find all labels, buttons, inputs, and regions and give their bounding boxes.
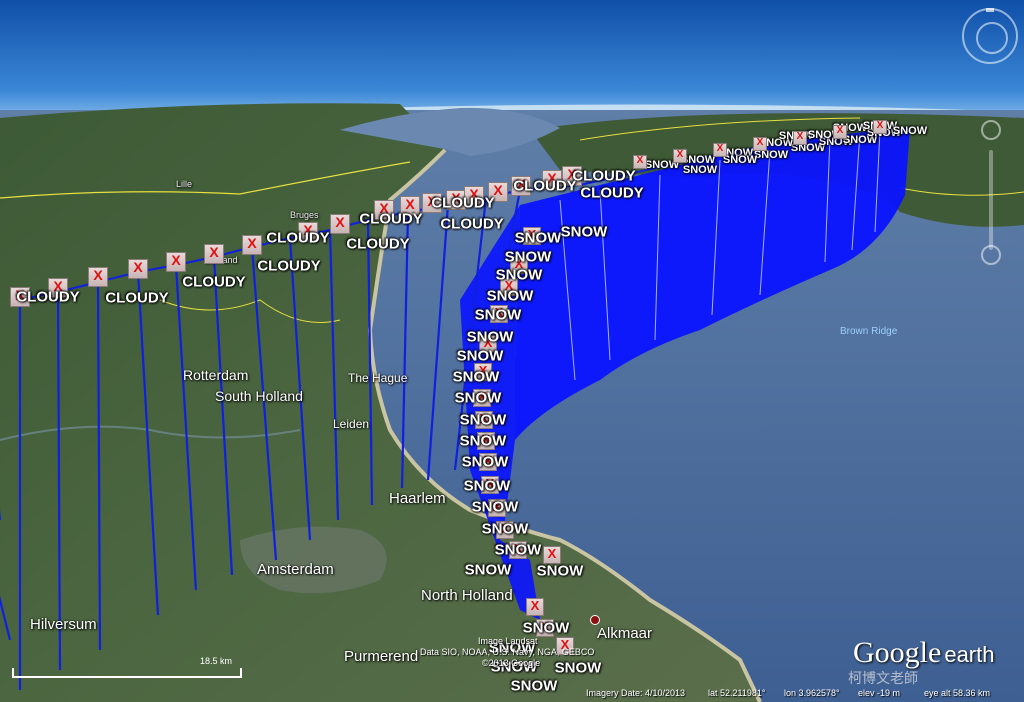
place-label-rotterdam[interactable]: Rotterdam	[183, 367, 248, 383]
google-earth-logo: Google earth	[853, 636, 995, 669]
cloudy-label-5: CLOUDY	[266, 229, 330, 247]
attribution-line-2: Data SIO, NOAA, U.S. Navy, NGA, GEBCO	[420, 647, 595, 657]
cloudy-label-11: CLOUDY	[580, 184, 644, 202]
place-label-lille[interactable]: Lille	[176, 179, 192, 189]
cloudy-label-2: CLOUDY	[105, 289, 169, 307]
cloudy-label-4: CLOUDY	[257, 257, 321, 275]
snow-label-1: SNOW	[514, 229, 562, 247]
snow-label-22: SNOW	[554, 659, 602, 677]
attribution-line-3: ©2013 Google	[482, 658, 541, 668]
snow-label-9: SNOW	[452, 368, 500, 386]
snow-marker-icon-far-1[interactable]: X	[633, 155, 647, 169]
cloudy-marker-icon-4[interactable]: X	[128, 259, 148, 279]
place-label-amsterdam[interactable]: Amsterdam	[257, 561, 334, 578]
snow-label-18: SNOW	[464, 561, 512, 579]
place-label-the-hague[interactable]: The Hague	[348, 371, 407, 385]
elevation-readout: elev -19 m	[858, 688, 901, 698]
zoom-slider[interactable]	[989, 150, 993, 250]
snow-label-10: SNOW	[454, 389, 502, 407]
snow-label-3: SNOW	[504, 248, 552, 266]
cloudy-label-6: CLOUDY	[346, 235, 410, 253]
north-indicator	[986, 8, 994, 12]
place-label-brown-ridge[interactable]: Brown Ridge	[840, 326, 897, 337]
place-label-leiden[interactable]: Leiden	[333, 417, 369, 431]
place-label-south-holland[interactable]: South Holland	[215, 388, 303, 404]
snow-marker-icon-far-6[interactable]: X	[833, 125, 847, 139]
scale-label: 18.5 km	[200, 656, 233, 666]
place-label-hilversum[interactable]: Hilversum	[30, 616, 97, 633]
snow-label-17: SNOW	[494, 541, 542, 559]
snow-label-8: SNOW	[456, 347, 504, 365]
snow-label-11: SNOW	[459, 411, 507, 429]
snow-label-far-16: SNOW	[892, 125, 928, 137]
cloudy-label-1: CLOUDY	[16, 288, 80, 306]
place-label-haarlem[interactable]: Haarlem	[389, 490, 446, 507]
snow-marker-icon-far-5[interactable]: X	[793, 131, 807, 145]
cloudy-label-3: CLOUDY	[182, 273, 246, 291]
snow-label-12: SNOW	[459, 432, 507, 450]
cloudy-label-7: CLOUDY	[359, 210, 423, 228]
place-label-bruges[interactable]: Bruges	[290, 210, 319, 220]
move-joystick[interactable]	[981, 120, 1001, 140]
cloudy-marker-icon-5[interactable]: X	[166, 252, 186, 272]
snow-label-far-10: SNOW	[722, 154, 758, 166]
longitude-readout: lon 3.962578°	[784, 688, 840, 698]
snow-marker-icon-far-4[interactable]: X	[753, 137, 767, 151]
snow-label-2: SNOW	[560, 223, 608, 241]
snow-marker-icon-far-2[interactable]: X	[673, 149, 687, 163]
cloudy-marker-icon-9[interactable]: X	[330, 214, 350, 234]
snow-label-15: SNOW	[471, 498, 519, 516]
place-label-alkmaar[interactable]: Alkmaar	[597, 625, 652, 642]
snow-marker-icon-16[interactable]: X	[526, 598, 544, 616]
zoom-out-button[interactable]	[981, 245, 1001, 265]
cloudy-label-9: CLOUDY	[440, 215, 504, 233]
eye-altitude-readout: eye alt 58.36 km	[924, 688, 991, 698]
look-joystick[interactable]	[976, 22, 1008, 54]
snow-label-20: SNOW	[522, 619, 570, 637]
cloudy-label-12: CLOUDY	[572, 167, 636, 185]
snow-label-19: SNOW	[536, 562, 584, 580]
snow-label-6: SNOW	[474, 306, 522, 324]
scale-bar: 18.5 km	[12, 656, 242, 680]
compass-control[interactable]	[962, 8, 1018, 64]
cloudy-marker-icon-3[interactable]: X	[88, 267, 108, 287]
snow-label-13: SNOW	[461, 453, 509, 471]
place-label-purmerend[interactable]: Purmerend	[344, 648, 418, 665]
snow-label-14: SNOW	[463, 477, 511, 495]
status-bar: Imagery Date: 4/10/2013 lat 52.211981° l…	[0, 684, 1024, 702]
alkmaar-pin-icon[interactable]	[590, 615, 600, 625]
cloudy-marker-icon-6[interactable]: X	[204, 244, 224, 264]
snow-marker-icon-far-7[interactable]: X	[873, 120, 887, 134]
cloudy-marker-icon-7[interactable]: X	[242, 235, 262, 255]
place-label-north-holland[interactable]: North Holland	[421, 587, 513, 604]
snow-label-7: SNOW	[466, 328, 514, 346]
snow-label-4: SNOW	[495, 266, 543, 284]
snow-marker-icon-15[interactable]: X	[543, 546, 561, 564]
cloudy-label-10: CLOUDY	[513, 177, 577, 195]
navigation-controls	[978, 120, 1004, 270]
map-viewport[interactable]: Rotterdam South Holland The Hague Leiden Haa…	[0, 0, 1024, 702]
snow-marker-icon-far-3[interactable]: X	[713, 143, 727, 157]
latitude-readout: lat 52.211981°	[708, 688, 766, 698]
snow-label-5: SNOW	[486, 287, 534, 305]
cloudy-label-8: CLOUDY	[431, 194, 495, 212]
snow-label-16: SNOW	[481, 520, 529, 538]
attribution-line-1: Image Landsat	[478, 636, 538, 646]
imagery-date: Imagery Date: 4/10/2013	[586, 688, 686, 698]
